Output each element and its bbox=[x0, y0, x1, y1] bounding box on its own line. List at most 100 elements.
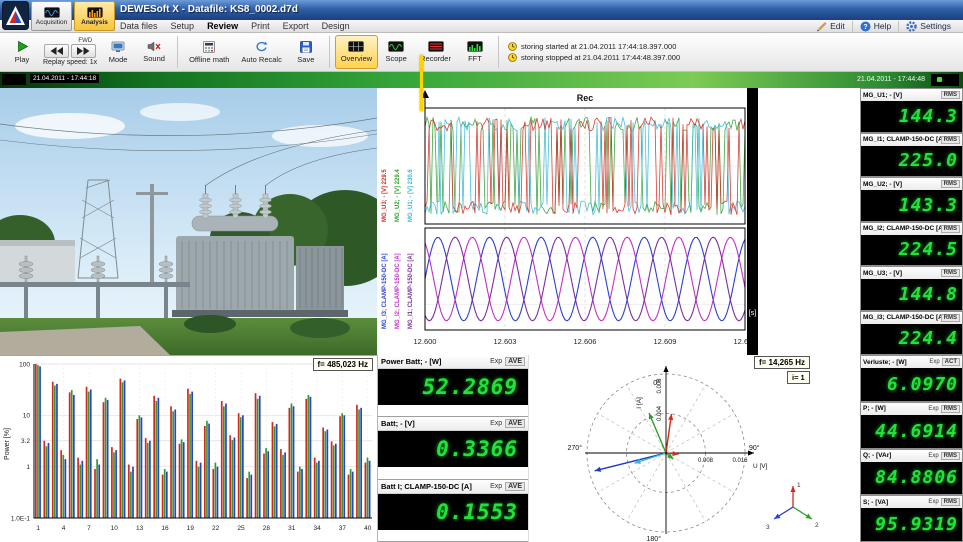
play-icon bbox=[16, 40, 29, 53]
svg-text:100: 100 bbox=[19, 361, 30, 368]
svg-text:25: 25 bbox=[237, 525, 245, 532]
header-action-label: Edit bbox=[830, 21, 845, 31]
window-title: DEWESoft X - Datafile: KS8_0002.d7d bbox=[120, 4, 298, 15]
svg-text:7: 7 bbox=[87, 525, 91, 532]
replay-controls: FWD Replay speed: 1x bbox=[43, 38, 97, 66]
auto-recalc-button[interactable]: Auto Recalc bbox=[235, 35, 287, 69]
rec-voltage-axis-label: MG_U1; - [V] 230.6 bbox=[408, 169, 415, 222]
storing-text: storing stopped at 21.04.2011 17:44:48.3… bbox=[521, 53, 680, 62]
toolbar: Play FWD Replay speed: 1x Mode Sound bbox=[0, 33, 963, 72]
rec-chart-widget[interactable]: Rec12.60012.60312.60612.60912.612 [s] MG… bbox=[377, 88, 860, 355]
header-action-help[interactable]: ?Help bbox=[852, 21, 898, 32]
meters-column-bottom: Verluste; - [W]ExpACT6.0970P; - [W]ExpRM… bbox=[860, 355, 963, 542]
meter-value: 44.6914 bbox=[875, 421, 958, 442]
menu-item-data-files[interactable]: Data files bbox=[120, 21, 158, 31]
timeline-logo-chip bbox=[2, 74, 26, 85]
mode-tab-acquisition[interactable]: Acquisition bbox=[31, 1, 72, 31]
menu-item-export[interactable]: Export bbox=[283, 21, 309, 31]
svg-text:180°: 180° bbox=[647, 535, 662, 542]
meter-mode: RMS bbox=[941, 405, 960, 413]
mode-tab-label: Analysis bbox=[81, 19, 108, 26]
header-action-settings[interactable]: Settings bbox=[898, 21, 958, 32]
mode-button[interactable]: Mode bbox=[100, 35, 136, 69]
svg-text:U [V]: U [V] bbox=[753, 463, 768, 470]
meter-value: 224.4 bbox=[899, 328, 958, 349]
svg-text:Power [%]: Power [%] bbox=[4, 428, 11, 460]
meter-mode: RMS bbox=[941, 314, 960, 322]
meter-value: 84.8806 bbox=[875, 467, 958, 488]
svg-text:1: 1 bbox=[797, 482, 801, 489]
dewesoft-window: DEWESoft X - Datafile: KS8_0002.d7d Acqu… bbox=[0, 0, 963, 542]
meter-mode: ACT bbox=[942, 358, 960, 366]
svg-text:12.603: 12.603 bbox=[494, 337, 517, 346]
title-bar: DEWESoft X - Datafile: KS8_0002.d7d bbox=[0, 0, 963, 20]
meter-mg-i1-clamp-150-dc-a[interactable]: MG_I1; CLAMP-150-DC [A]RMS225.0 bbox=[860, 133, 963, 178]
harmonics-chart[interactable]: 100103.211.0E-1Power [%]1471013161922252… bbox=[0, 356, 377, 542]
svg-text:28: 28 bbox=[263, 525, 271, 532]
mode-tab-label: Acquisition bbox=[36, 19, 67, 26]
fast-forward-button[interactable] bbox=[71, 44, 96, 58]
meter-verluste-w[interactable]: Verluste; - [W]ExpACT6.0970 bbox=[860, 355, 963, 402]
meter-mg-i3-clamp-150-dc-a[interactable]: MG_I3; CLAMP-150-DC [A]RMS224.4 bbox=[860, 311, 963, 356]
mode-tab-analysis[interactable]: Analysis bbox=[74, 1, 115, 31]
vectorscope-widget[interactable]: 0°90°180°270°0.0080.016U [V]0.0040.008I … bbox=[528, 355, 860, 542]
menu-item-review[interactable]: Review bbox=[207, 21, 238, 31]
meter-name: Verluste; - [W] bbox=[863, 359, 907, 366]
meter-mode: RMS bbox=[941, 452, 960, 460]
svg-text:4: 4 bbox=[62, 525, 66, 532]
harmonics-chart-widget[interactable]: 100103.211.0E-1Power [%]1471013161922252… bbox=[0, 355, 377, 542]
display-batt-v[interactable]: Batt; - [V]ExpAVE0.3366 bbox=[378, 417, 528, 479]
rec-voltage-axis-label: MG_U2; - [V] 229.4 bbox=[395, 169, 402, 222]
rec-current-axis-label: MG_I3; CLAMP-150-DC [A] bbox=[382, 253, 389, 329]
header-action-label: Help bbox=[874, 21, 891, 31]
substation-photo-widget[interactable] bbox=[0, 88, 377, 355]
view-button-scope[interactable]: Scope bbox=[378, 35, 414, 69]
playback-cursor[interactable] bbox=[420, 55, 423, 111]
svg-text:13: 13 bbox=[136, 525, 144, 532]
display-batt-i-clamp-150-dc-a[interactable]: Batt I; CLAMP-150-DC [A]ExpAVE0.1553 bbox=[378, 480, 528, 542]
svg-text:10: 10 bbox=[111, 525, 119, 532]
menu-item-design[interactable]: Design bbox=[322, 21, 350, 31]
header-action-edit[interactable]: Edit bbox=[809, 21, 852, 32]
svg-text:3.2: 3.2 bbox=[21, 438, 30, 445]
menu-item-setup[interactable]: Setup bbox=[171, 21, 195, 31]
offline-math-button[interactable]: Offline math bbox=[183, 35, 235, 69]
display-name: Batt I; CLAMP-150-DC [A] bbox=[381, 482, 472, 491]
view-button-label: Overview bbox=[341, 54, 372, 63]
save-button[interactable]: Save bbox=[288, 35, 324, 69]
svg-text:0.008: 0.008 bbox=[657, 378, 663, 394]
rec-chart[interactable]: Rec12.60012.60312.60612.60912.612 bbox=[377, 88, 860, 355]
meter-mg-u3-v[interactable]: MG_U3; - [V]RMS144.8 bbox=[860, 266, 963, 311]
meter-mg-u1-v[interactable]: MG_U1; - [V]RMS144.3 bbox=[860, 88, 963, 133]
svg-text:16: 16 bbox=[161, 525, 169, 532]
timeline-bar[interactable]: 21.04.2011 - 17:44:18 21.04.2011 - 17:44… bbox=[0, 72, 963, 88]
sound-button[interactable]: Sound bbox=[136, 35, 172, 69]
meter-p-w[interactable]: P; - [W]ExpRMS44.6914 bbox=[860, 402, 963, 449]
rec-voltage-axis-label: MG_U3; - [V] 229.5 bbox=[382, 169, 389, 222]
display-mode: AVE bbox=[505, 357, 525, 366]
svg-text:34: 34 bbox=[313, 525, 321, 532]
storing-line: storing stopped at 21.04.2011 17:44:48.3… bbox=[508, 53, 680, 62]
meters-column-top: MG_U1; - [V]RMS144.3MG_I1; CLAMP-150-DC … bbox=[860, 88, 963, 355]
meter-mg-u2-v[interactable]: MG_U2; - [V]RMS143.3 bbox=[860, 177, 963, 222]
play-label: Play bbox=[15, 55, 30, 64]
display-power-batt-w[interactable]: Power Batt; - [W]ExpAVE52.2869 bbox=[378, 355, 528, 417]
meter-mode: Exp bbox=[929, 359, 939, 365]
svg-text:2: 2 bbox=[815, 522, 819, 529]
rewind-button[interactable] bbox=[44, 44, 69, 58]
menu-item-print[interactable]: Print bbox=[251, 21, 270, 31]
timeline-right-chip bbox=[931, 74, 959, 86]
meter-mg-i2-clamp-150-dc-a[interactable]: MG_I2; CLAMP-150-DC [A]RMS224.5 bbox=[860, 222, 963, 267]
offline-math-label: Offline math bbox=[189, 55, 229, 64]
svg-text:270°: 270° bbox=[568, 444, 583, 452]
view-button-overview[interactable]: Overview bbox=[335, 35, 378, 69]
view-button-fft[interactable]: FFT bbox=[457, 35, 493, 69]
display-value: 0.3366 bbox=[436, 437, 518, 461]
play-button[interactable]: Play bbox=[4, 35, 40, 69]
display-mode: Exp bbox=[490, 483, 502, 490]
sound-muted-icon bbox=[147, 41, 161, 52]
meter-q-var[interactable]: Q; - [VAr]ExpRMS84.8806 bbox=[860, 449, 963, 496]
help-icon: ? bbox=[860, 21, 871, 32]
meter-s-va[interactable]: S; - [VA]ExpRMS95.9319 bbox=[860, 495, 963, 542]
view-button-label: FFT bbox=[468, 54, 482, 63]
